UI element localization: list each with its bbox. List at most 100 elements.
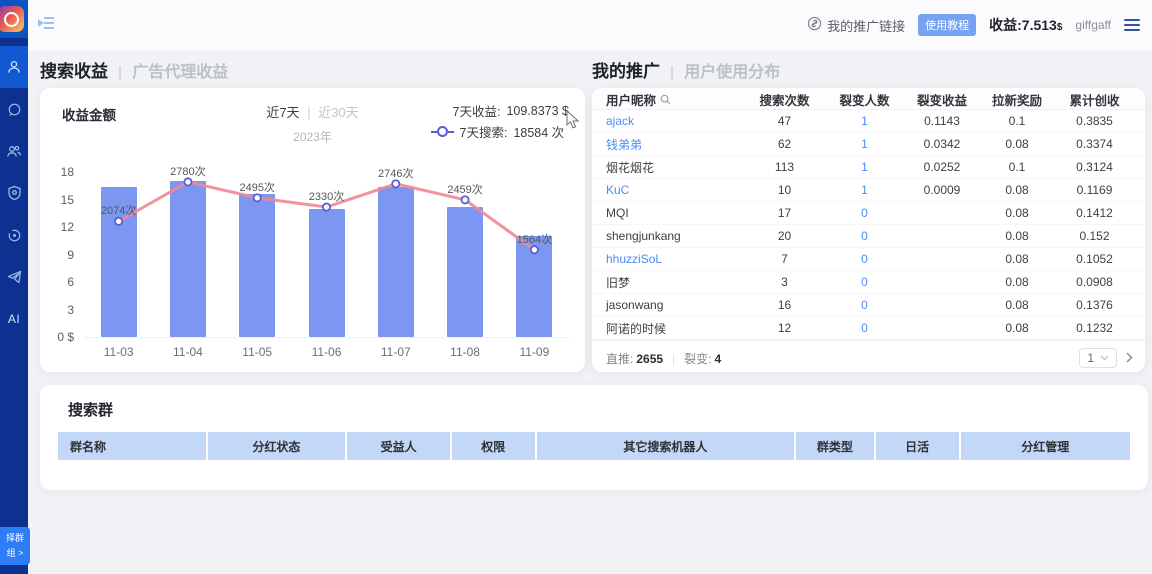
- nickname-cell: ajack: [592, 114, 742, 128]
- chart-plot[interactable]: 2074次2780次2495次2330次2746次2459次1564次: [84, 172, 569, 338]
- sidebar-item-profile[interactable]: [0, 46, 28, 88]
- select-group-badge-line1: 择群: [6, 531, 24, 546]
- nickname-cell: 阿诺的时候: [592, 320, 742, 337]
- table-cell: 0.1052: [1052, 252, 1137, 266]
- user-icon: [6, 59, 22, 75]
- promotion-table-header: 用户昵称搜索次数裂变人数裂变收益拉新奖励累计创收: [592, 90, 1145, 110]
- direct-value: 2655: [636, 352, 663, 366]
- table-cell: 0.0252: [902, 160, 982, 174]
- x-tick: 11-06: [312, 345, 342, 359]
- column-header: 累计创收: [1052, 90, 1137, 109]
- my-promotion-title: 我的推广: [592, 57, 660, 82]
- point-label: 1564次: [517, 231, 552, 247]
- sidebar-item-browser[interactable]: [0, 88, 28, 130]
- table-cell: 0.1376: [1052, 298, 1137, 312]
- user-nickname[interactable]: 钱弟弟: [606, 136, 642, 153]
- point-label: 2074次: [101, 202, 136, 218]
- left-section-title: 搜索收益 | 广告代理收益: [40, 57, 228, 82]
- footer-separator: |: [672, 352, 675, 366]
- tutorial-button[interactable]: 使用教程: [918, 14, 976, 36]
- paper-plane-icon: [7, 270, 22, 284]
- user-nickname[interactable]: hhuzziSoL: [606, 252, 662, 266]
- chevron-down-icon: [1100, 355, 1109, 361]
- sidebar-item-telegram[interactable]: [0, 256, 28, 298]
- sidebar-collapse-button[interactable]: [38, 15, 56, 36]
- group-column-header: 其它搜索机器人: [537, 432, 796, 460]
- search-icon[interactable]: [660, 94, 671, 105]
- hamburger-menu-icon[interactable]: [1124, 19, 1140, 31]
- right-section-title: 我的推广 | 用户使用分布: [592, 57, 780, 82]
- table-cell: 0.3835: [1052, 114, 1137, 128]
- promotion-table-card: 用户昵称搜索次数裂变人数裂变收益拉新奖励累计创收 ajack4710.11430…: [592, 88, 1145, 372]
- search-group-table-header: 群名称分红状态受益人权限其它搜索机器人群类型日活分红管理: [58, 432, 1130, 460]
- user-nickname[interactable]: ajack: [606, 114, 634, 128]
- table-row: hhuzziSoL700.080.1052: [592, 248, 1145, 271]
- nickname-cell: 钱弟弟: [592, 136, 742, 153]
- chart-y-axis: 1815129630 $: [46, 172, 80, 337]
- promotion-table-body: ajack4710.11430.10.3835钱弟弟6210.03420.080…: [592, 110, 1145, 340]
- sidebar-nav: AI: [0, 46, 28, 340]
- x-tick: 11-07: [381, 345, 411, 359]
- promotion-table-footer: 直推:2655|裂变:4 1: [592, 340, 1145, 377]
- table-cell: 0.0342: [902, 137, 982, 151]
- table-cell: 0.08: [982, 298, 1052, 312]
- y-tick: 0 $: [57, 330, 74, 344]
- nickname-cell: 旧梦: [592, 274, 742, 291]
- user-nickname: 旧梦: [606, 274, 630, 291]
- group-column-header: 受益人: [347, 432, 452, 460]
- user-nickname: jasonwang: [606, 298, 663, 312]
- table-cell: 0.08: [982, 275, 1052, 289]
- user-nickname: MQI: [606, 206, 629, 220]
- y-tick: 12: [61, 220, 74, 234]
- nickname-cell: jasonwang: [592, 298, 742, 312]
- sidebar: AI: [0, 0, 28, 574]
- y-tick: 18: [61, 165, 74, 179]
- totals: 直推:2655|裂变:4: [606, 350, 721, 367]
- page-select[interactable]: 1: [1079, 348, 1117, 368]
- group-column-header: 群名称: [58, 432, 208, 460]
- table-cell: 0.1: [982, 160, 1052, 174]
- sidebar-item-record[interactable]: [0, 214, 28, 256]
- revenue-unit: $: [1057, 22, 1063, 33]
- legend-bar-value: 109.8373 $: [506, 104, 569, 118]
- table-row: KuC1010.00090.080.1169: [592, 179, 1145, 202]
- group-column-header: 日活: [876, 432, 961, 460]
- nickname-cell: shengjunkang: [592, 229, 742, 243]
- tab-user-usage-distribution[interactable]: 用户使用分布: [684, 58, 780, 82]
- range-30d-button[interactable]: 近30天: [318, 105, 358, 120]
- point-label: 2330次: [309, 188, 344, 204]
- legend-bar-series[interactable]: 7天收益: 109.8373 $: [431, 100, 570, 121]
- select-group-badge[interactable]: 择群 组 >: [0, 527, 30, 565]
- app-logo[interactable]: [0, 0, 28, 38]
- chart-legend: 7天收益: 109.8373 $ 7天搜索: 18584 次: [431, 100, 570, 142]
- sidebar-item-users[interactable]: [0, 130, 28, 172]
- user-nickname[interactable]: KuC: [606, 183, 629, 197]
- nickname-cell: KuC: [592, 183, 742, 197]
- table-cell: 0.08: [982, 137, 1052, 151]
- promo-link-label: 我的推广链接: [827, 16, 905, 35]
- username: giffgaff: [1075, 18, 1111, 32]
- column-header: 搜索次数: [742, 90, 827, 109]
- promo-link-button[interactable]: 我的推广链接: [807, 16, 905, 35]
- y-tick: 3: [67, 303, 74, 317]
- group-column-header: 分红状态: [208, 432, 348, 460]
- table-cell: 47: [742, 114, 827, 128]
- page-number: 1: [1087, 351, 1094, 365]
- legend-line-value: 18584 次: [513, 122, 564, 141]
- sidebar-item-ai[interactable]: AI: [0, 298, 28, 340]
- next-page-button[interactable]: [1126, 351, 1133, 366]
- record-circle-icon: [7, 228, 22, 243]
- range-7d-button[interactable]: 近7天: [266, 105, 299, 120]
- table-cell: 0.08: [982, 321, 1052, 335]
- group-column-header: 权限: [452, 432, 537, 460]
- table-cell: 1: [827, 137, 902, 151]
- tab-ad-agency-revenue[interactable]: 广告代理收益: [132, 58, 228, 82]
- user-nickname: shengjunkang: [606, 229, 681, 243]
- y-tick: 6: [67, 275, 74, 289]
- legend-line-series[interactable]: 7天搜索: 18584 次: [431, 121, 570, 142]
- sidebar-item-security[interactable]: [0, 172, 28, 214]
- globe-icon: [7, 102, 22, 117]
- table-cell: 0: [827, 206, 902, 220]
- revenue-value: 7.513: [1022, 17, 1057, 33]
- range-separator: |: [307, 105, 310, 120]
